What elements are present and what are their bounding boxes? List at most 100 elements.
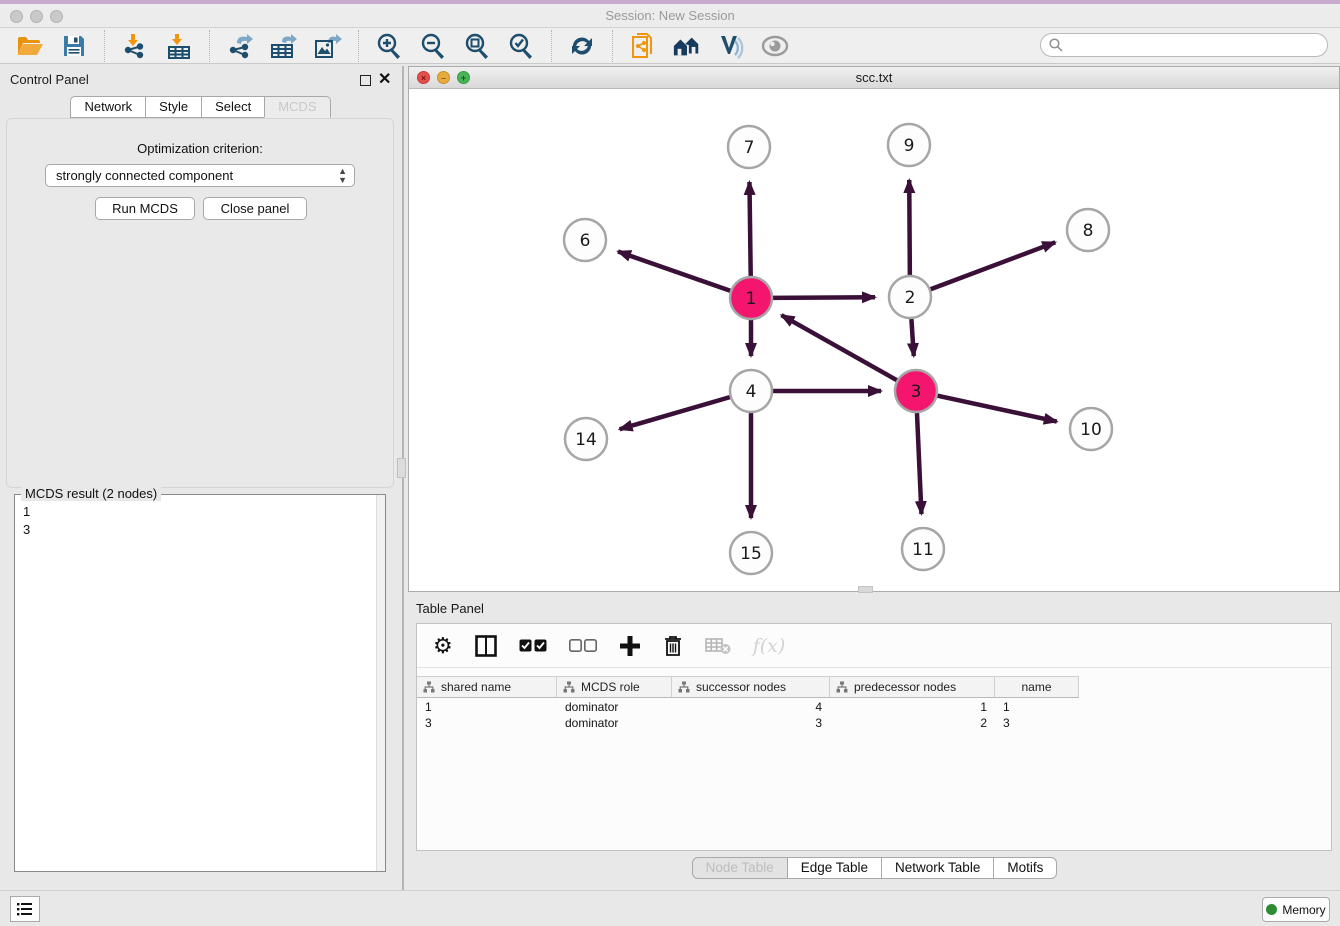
toolbar-separator [209, 30, 210, 62]
tab-node-table[interactable]: Node Table [692, 857, 788, 879]
column-header-successor-nodes[interactable]: successor nodes [672, 676, 830, 698]
export-image-icon[interactable] [313, 31, 343, 61]
graph-edge-1-6[interactable] [618, 252, 730, 291]
graph-edge-2-9[interactable] [909, 180, 910, 275]
zoom-selected-icon[interactable] [506, 31, 536, 61]
network-window-titlebar: × – + scc.txt [409, 67, 1339, 89]
clone-network-icon[interactable] [628, 31, 658, 61]
table-row[interactable]: 3dominator323 [417, 715, 1331, 731]
graph-edge-1-2[interactable] [773, 297, 875, 298]
table-row[interactable]: 1dominator411 [417, 699, 1331, 715]
close-panel-icon[interactable]: ✕ [378, 74, 391, 85]
export-table-icon[interactable] [269, 31, 299, 61]
column-header-predecessor-nodes[interactable]: predecessor nodes [830, 676, 995, 698]
graph-edge-3-1[interactable] [781, 315, 896, 380]
graph-edge-4-14[interactable] [620, 397, 730, 429]
table-cell[interactable]: dominator [557, 715, 672, 731]
deselect-all-icon[interactable] [569, 633, 597, 659]
graph-edges[interactable] [618, 180, 1057, 518]
table-cell[interactable]: 4 [672, 699, 830, 715]
close-network-button[interactable]: × [417, 71, 430, 84]
minimize-window-button[interactable] [30, 10, 43, 23]
open-session-icon[interactable] [15, 31, 45, 61]
graph-node-label: 6 [580, 231, 591, 251]
graph-edge-3-10[interactable] [937, 396, 1056, 422]
import-network-icon[interactable] [120, 31, 150, 61]
settings-gear-icon[interactable]: ⚙ [433, 633, 453, 659]
birds-eye-view-icon[interactable] [760, 31, 790, 61]
optimization-criterion-label: Optimization criterion: [7, 141, 393, 156]
result-item[interactable]: 3 [16, 521, 374, 539]
table-cell[interactable]: dominator [557, 699, 672, 715]
mcds-result-list[interactable]: 1 3 [16, 503, 374, 539]
tab-network-table[interactable]: Network Table [881, 857, 994, 879]
table-rows: 1dominator4113dominator323 [417, 699, 1331, 731]
graph-edge-1-7[interactable] [749, 182, 750, 276]
result-item[interactable]: 1 [16, 503, 374, 521]
column-header-shared-name[interactable]: shared name [417, 676, 557, 698]
float-panel-icon[interactable] [360, 73, 371, 91]
close-panel-button[interactable]: Close panel [203, 197, 307, 220]
close-window-button[interactable] [10, 10, 23, 23]
tree-icon [563, 681, 575, 693]
memory-status-icon [1266, 904, 1277, 915]
apply-layout-icon[interactable] [567, 31, 597, 61]
graphics-details-icon[interactable] [716, 31, 746, 61]
node-table-container: ⚙ f(x) shared name [416, 623, 1332, 851]
task-history-button[interactable] [10, 896, 40, 922]
network-graph-canvas[interactable]: 7968124314101511 [409, 89, 1339, 591]
result-scrollbar[interactable] [376, 495, 385, 871]
panel-divider-handle[interactable] [397, 458, 406, 478]
search-icon [1049, 38, 1063, 52]
tab-motifs[interactable]: Motifs [993, 857, 1057, 879]
graph-edge-2-8[interactable] [931, 242, 1056, 289]
search-input[interactable] [1040, 33, 1328, 57]
zoom-window-button[interactable] [50, 10, 63, 23]
graph-edge-3-11[interactable] [917, 413, 921, 514]
table-cell[interactable]: 1 [830, 699, 995, 715]
zoom-fit-icon[interactable] [462, 31, 492, 61]
network-resize-handle[interactable] [858, 586, 873, 593]
panel-divider[interactable] [402, 66, 404, 890]
tab-style[interactable]: Style [145, 96, 202, 118]
export-network-icon[interactable] [225, 31, 255, 61]
delete-column-icon[interactable] [663, 633, 683, 659]
graph-node-label: 7 [744, 138, 755, 158]
graph-node-label: 11 [912, 540, 934, 560]
column-header-name[interactable]: name [995, 676, 1079, 698]
tab-mcds[interactable]: MCDS [264, 96, 330, 118]
table-cell[interactable]: 2 [830, 715, 995, 731]
graph-node-label: 8 [1083, 221, 1094, 241]
table-cell[interactable]: 1 [995, 699, 1079, 715]
zoom-out-icon[interactable] [418, 31, 448, 61]
run-mcds-button[interactable]: Run MCDS [95, 197, 195, 220]
add-column-icon[interactable] [619, 633, 641, 659]
tab-edge-table[interactable]: Edge Table [787, 857, 882, 879]
table-cell[interactable]: 3 [995, 715, 1079, 731]
mcds-result-box: MCDS result (2 nodes) 1 3 [14, 494, 386, 872]
table-cell[interactable]: 1 [417, 699, 557, 715]
select-all-icon[interactable] [519, 633, 547, 659]
table-cell[interactable]: 3 [672, 715, 830, 731]
table-panel-title: Table Panel [416, 601, 484, 616]
zoom-in-icon[interactable] [374, 31, 404, 61]
memory-button[interactable]: Memory [1262, 897, 1330, 922]
table-header: shared name MCDS role successor nodes pr… [417, 676, 1079, 698]
save-session-icon[interactable] [59, 31, 89, 61]
control-panel: Control Panel ✕ Network Style Select MCD… [0, 66, 400, 890]
network-overview-icon[interactable] [672, 31, 702, 61]
minimize-network-button[interactable]: – [437, 71, 450, 84]
maximize-network-button[interactable]: + [457, 71, 470, 84]
network-window-title: scc.txt [409, 67, 1339, 88]
column-header-mcds-role[interactable]: MCDS role [557, 676, 672, 698]
graph-node-label: 3 [911, 382, 922, 402]
graph-node-label: 4 [746, 382, 757, 402]
delete-table-icon [705, 633, 731, 659]
table-cell[interactable]: 3 [417, 715, 557, 731]
import-table-icon[interactable] [164, 31, 194, 61]
criterion-select[interactable]: strongly connected component ▲▼ [45, 164, 355, 187]
graph-edge-2-3[interactable] [911, 319, 913, 356]
tab-network[interactable]: Network [70, 96, 146, 118]
tab-select[interactable]: Select [201, 96, 265, 118]
column-layout-icon[interactable] [475, 633, 497, 659]
